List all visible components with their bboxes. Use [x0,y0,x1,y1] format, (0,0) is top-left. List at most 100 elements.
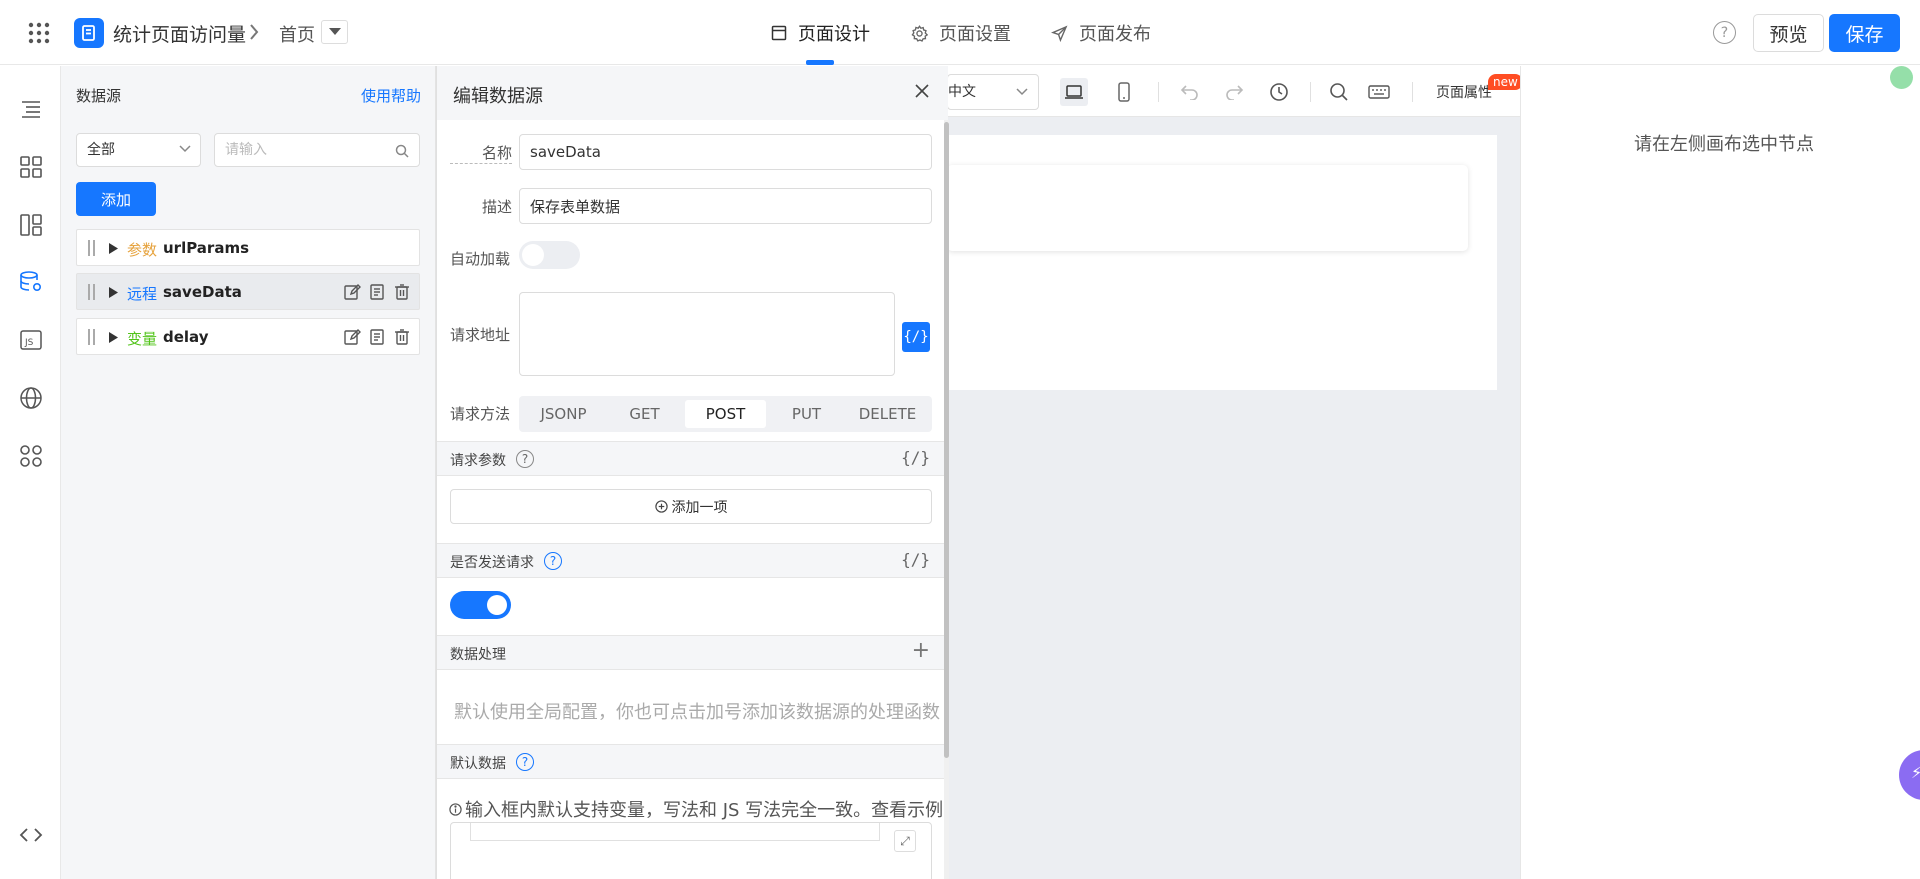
drawer-scrollbar-thumb[interactable] [944,122,949,758]
add-datasource-button[interactable]: 添加 [76,182,156,216]
method-get[interactable]: GET [604,400,685,428]
language-select[interactable]: 中文 [947,74,1039,110]
method-put[interactable]: PUT [766,400,847,428]
request-url-input[interactable] [519,292,895,376]
datasource-name: delay [163,328,209,346]
edit-icon[interactable] [343,283,361,301]
method-jsonp[interactable]: JSONP [523,400,604,428]
expand-editor-icon[interactable]: ⤢ [894,830,916,852]
history-icon[interactable] [1265,78,1293,106]
close-icon[interactable] [913,82,931,100]
datasource-type-select[interactable]: 全部 [76,133,201,167]
help-icon[interactable]: ? [1713,21,1736,44]
section-title: 默认数据 [450,756,506,772]
page-properties-button[interactable]: 页面属性 [1436,82,1492,102]
datasource-search-input[interactable] [225,134,385,166]
redo-icon[interactable] [1220,78,1248,106]
left-rail: JS [0,66,61,879]
request-params-section: 请求参数 ? {/} [437,441,944,476]
section-title: 是否发送请求 [450,555,534,571]
apps-grid-icon[interactable] [27,21,51,45]
outline-tree-icon[interactable] [18,96,44,122]
search-icon[interactable] [1325,78,1353,106]
method-post[interactable]: POST [685,400,766,428]
edit-icon[interactable] [343,328,361,346]
datasource-item-urlparams[interactable]: 参数 urlParams [76,229,420,266]
svg-text:JS: JS [24,338,34,348]
send-icon [1051,25,1068,42]
data-processing-hint: 默认使用全局配置，你也可点击加号添加该数据源的处理函数 [454,702,940,723]
params-expression-button[interactable]: {/} [901,448,930,467]
app-title: 统计页面访问量 [113,24,247,46]
tab-page-settings[interactable]: 页面设置 [911,20,1011,46]
assistant-icon: ⚡ [1911,763,1920,782]
request-method-group: JSONP GET POST PUT DELETE [519,396,932,432]
keyboard-icon[interactable] [1365,78,1393,106]
method-delete[interactable]: DELETE [847,400,928,428]
preview-button[interactable]: 预览 [1753,14,1824,52]
tab-page-publish[interactable]: 页面发布 [1051,20,1151,46]
add-param-button[interactable]: 添加一项 [450,489,932,524]
help-icon[interactable]: ? [544,552,562,570]
canvas-card-component[interactable] [947,165,1468,251]
data-processing-section: 数据处理 + [437,635,944,670]
request-url-label: 请求地址 [450,326,511,344]
gear-icon [911,24,928,42]
usage-help-link[interactable]: 使用帮助 [361,85,421,106]
save-button[interactable]: 保存 [1829,14,1900,52]
layout-icon [771,25,787,41]
components-icon[interactable] [18,154,44,180]
mobile-view-icon[interactable] [1110,78,1138,106]
add-handler-icon[interactable]: + [912,640,930,662]
breadcrumb-page[interactable]: 首页 [279,21,315,47]
desktop-view-icon[interactable] [1060,78,1088,106]
caret-down-icon [328,28,341,35]
name-input[interactable] [519,134,932,170]
active-tab-indicator [806,60,834,65]
url-expression-button[interactable]: {/} [902,322,930,352]
datasource-name: urlParams [163,239,250,257]
expand-arrow-icon [109,332,118,343]
datasource-icon[interactable] [18,269,44,295]
drag-handle-icon [88,240,95,256]
datasource-item-delay[interactable]: 变量 delay [76,318,420,355]
datasource-search-box[interactable] [214,133,420,167]
source-code-icon[interactable] [18,822,44,848]
help-icon[interactable]: ? [516,450,534,468]
undo-icon[interactable] [1176,78,1204,106]
send-expression-button[interactable]: {/} [901,550,930,569]
language-value: 中文 [948,84,976,100]
canvas-toolbar: 中文 [947,66,1520,117]
description-input[interactable] [519,188,932,224]
info-icon [449,802,462,816]
default-data-hint: 输入框内默认支持变量，写法和 JS 写法完全一致。查看示例 [449,796,943,822]
description-label: 描述 [481,198,512,216]
globe-icon[interactable] [18,385,44,411]
breadcrumb-chevron-icon [248,22,260,42]
page-layout-icon[interactable] [18,212,44,238]
datasource-name: saveData [163,283,242,301]
datasource-panel-title: 数据源 [76,87,122,105]
plugins-icon[interactable] [18,443,44,469]
tab-page-design[interactable]: 页面设计 [771,20,870,46]
section-title: 请求参数 [450,453,506,469]
request-method-label: 请求方法 [450,405,511,423]
autoload-switch[interactable] [519,241,580,269]
send-request-switch[interactable] [450,591,511,619]
expand-arrow-icon [109,243,118,254]
tab-label: 页面设置 [939,24,1011,45]
toolbar-divider [1310,82,1311,102]
copy-icon[interactable] [368,328,386,346]
datasource-item-savedata[interactable]: 远程 saveData [76,273,420,310]
drag-handle-icon [88,329,95,345]
page-dropdown-button[interactable] [321,20,348,44]
tab-label: 页面发布 [1079,24,1151,45]
delete-icon[interactable] [393,283,411,301]
search-icon [395,144,409,158]
help-icon[interactable]: ? [516,753,534,771]
drag-handle-icon [88,284,95,300]
app-logo-icon [74,18,104,48]
copy-icon[interactable] [368,283,386,301]
js-code-icon[interactable]: JS [18,327,44,353]
delete-icon[interactable] [393,328,411,346]
